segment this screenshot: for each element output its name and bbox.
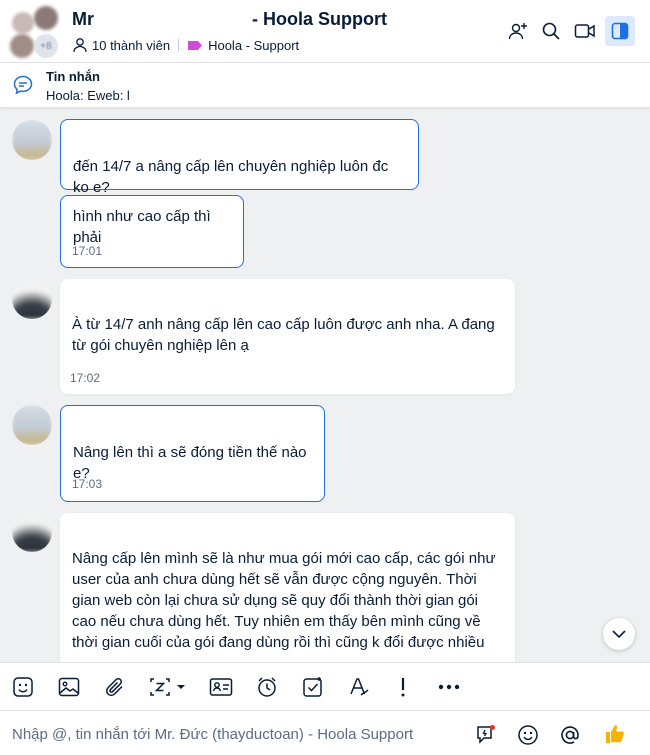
- screenshot-button[interactable]: [148, 674, 190, 700]
- chat-header: +8 Mr - Hoola Support 10 thành viên Hool…: [0, 0, 650, 63]
- mention-icon: [561, 726, 579, 744]
- member-icon: [73, 38, 87, 53]
- message-bubble[interactable]: đến 14/7 a nâng cấp lên chuyên nghiệp lu…: [60, 119, 419, 196]
- composer-toolbar: [0, 662, 650, 710]
- video-call-icon: [574, 24, 595, 38]
- sidebar-toggle-button[interactable]: [605, 16, 635, 46]
- composer: [0, 710, 650, 755]
- pinned-text: Hoola: Eweb: l: [46, 88, 130, 103]
- message-text: À từ 14/7 anh nâng cấp lên cao cấp luôn …: [72, 316, 495, 354]
- text-format-icon: [350, 678, 369, 696]
- message-text: Nâng cấp lên mình sẽ là như mua gói mới …: [72, 550, 496, 651]
- reminder-icon: [258, 677, 276, 697]
- message-bubble[interactable]: hình như cao cấp thì phải 17:01: [60, 195, 244, 268]
- task-button[interactable]: [300, 674, 326, 700]
- more-icon: [438, 684, 460, 690]
- urgent-icon: [401, 678, 405, 697]
- conversation-subtitle: 10 thành viên Hoola - Support: [72, 35, 299, 55]
- sticker-button[interactable]: [10, 674, 36, 700]
- title-name: Mr: [72, 9, 94, 29]
- quick-message-button[interactable]: [474, 723, 498, 747]
- screenshot-icon: [150, 678, 185, 696]
- title-group: - Hoola Support: [252, 9, 387, 29]
- urgent-button[interactable]: [390, 674, 416, 700]
- member-count[interactable]: 10 thành viên: [92, 38, 170, 53]
- message-time: 17:02: [70, 371, 101, 385]
- emoji-icon: [518, 725, 538, 745]
- more-button[interactable]: [436, 674, 462, 700]
- tag-icon: [188, 40, 203, 50]
- member-avatar: [10, 34, 34, 58]
- group-avatar[interactable]: +8: [10, 6, 62, 58]
- emoji-button[interactable]: [516, 723, 540, 747]
- message-bubble[interactable]: Nâng lên thì a sẽ đóng tiền thế nào e? 1…: [60, 405, 325, 502]
- sender-avatar[interactable]: [12, 279, 52, 319]
- message-time: 17:03: [72, 477, 103, 491]
- member-avatar: [12, 12, 34, 34]
- sender-avatar[interactable]: [12, 405, 52, 445]
- sender-avatar[interactable]: [12, 120, 52, 160]
- like-button[interactable]: [602, 721, 628, 747]
- add-member-icon: [508, 23, 527, 40]
- business-card-button[interactable]: [208, 674, 234, 700]
- sidebar-toggle-icon: [611, 22, 629, 40]
- chevron-down-icon: [612, 629, 626, 638]
- business-card-icon: [209, 678, 233, 696]
- task-icon: [303, 677, 322, 697]
- attachment-icon: [106, 677, 123, 697]
- member-avatar: [34, 6, 58, 30]
- mention-button[interactable]: [558, 723, 582, 747]
- image-icon: [58, 677, 80, 697]
- message-time: 17:01: [72, 244, 103, 258]
- search-button[interactable]: [536, 16, 566, 46]
- reminder-button[interactable]: [254, 674, 280, 700]
- divider: [178, 39, 180, 51]
- video-call-button[interactable]: [570, 16, 600, 46]
- sender-avatar[interactable]: [12, 512, 52, 552]
- message-bubble[interactable]: À từ 14/7 anh nâng cấp lên cao cấp luôn …: [60, 279, 515, 394]
- chat-bubble-icon: [13, 75, 33, 95]
- message-text: đến 14/7 a nâng cấp lên chuyên nghiệp lu…: [73, 158, 389, 196]
- member-avatar-more: +8: [34, 34, 58, 58]
- pinned-message-bar[interactable]: Tin nhắn Hoola: Eweb: l: [0, 63, 650, 108]
- pinned-title: Tin nhắn: [46, 69, 100, 84]
- message-input[interactable]: [12, 723, 452, 745]
- tag-label[interactable]: Hoola - Support: [208, 38, 299, 53]
- search-icon: [542, 22, 560, 40]
- add-member-button[interactable]: [503, 16, 533, 46]
- image-button[interactable]: [56, 674, 82, 700]
- message-bubble[interactable]: Nâng cấp lên mình sẽ là như mua gói mới …: [60, 513, 515, 662]
- message-text: Nâng lên thì a sẽ đóng tiền thế nào e?: [73, 444, 307, 482]
- scroll-to-bottom-button[interactable]: [603, 618, 635, 650]
- quick-message-icon: [477, 725, 495, 744]
- attachment-button[interactable]: [102, 674, 128, 700]
- text-format-button[interactable]: [346, 674, 372, 700]
- like-icon: [606, 725, 624, 743]
- conversation-title[interactable]: Mr - Hoola Support: [72, 9, 452, 33]
- sticker-icon: [13, 677, 33, 697]
